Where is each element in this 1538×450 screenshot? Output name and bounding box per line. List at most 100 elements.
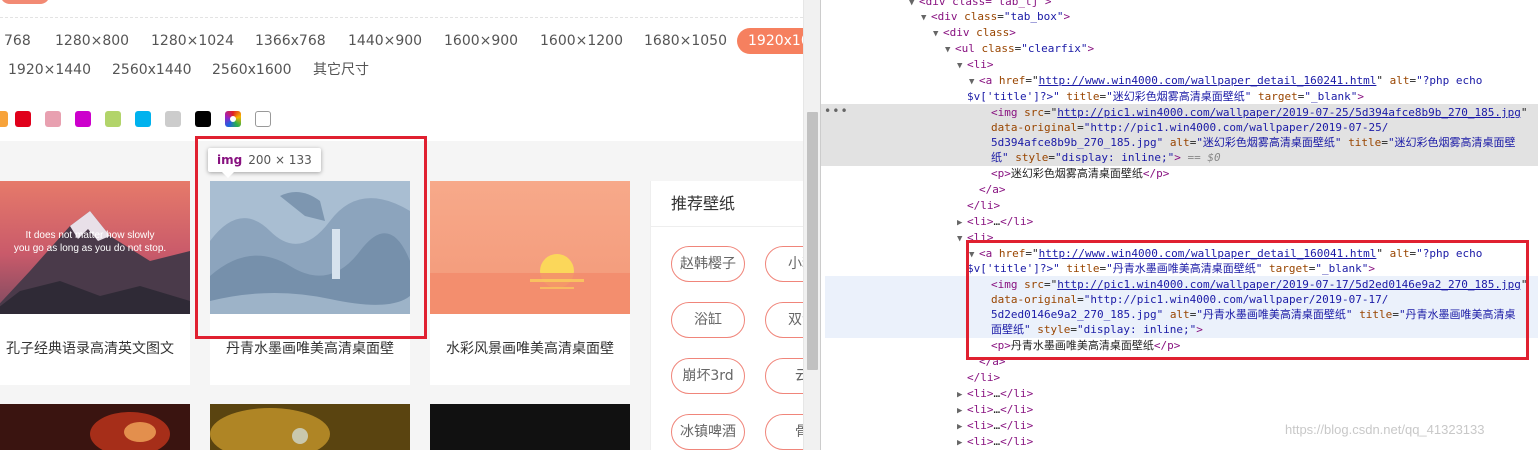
dom-line[interactable]: ▼ <ul class="clearfix">: [945, 41, 1094, 57]
dom-line-collapsed[interactable]: ▶ <li>…</li>: [957, 434, 1033, 450]
dom-link[interactable]: http://pic1.win4000.com/wallpaper/2019-0…: [1057, 106, 1521, 119]
collapse-arrow-icon[interactable]: ▶: [957, 403, 967, 419]
expand-arrow-icon[interactable]: ▼: [969, 74, 979, 90]
dom-line[interactable]: </a>: [979, 354, 1006, 370]
dom-value: 面壁纸": [991, 323, 1031, 336]
dom-line-collapsed[interactable]: ▶ <li>…</li>: [957, 418, 1033, 434]
color-swatch-pink[interactable]: [45, 111, 61, 127]
dom-link[interactable]: http://www.win4000.com/wallpaper_detail_…: [1039, 74, 1377, 87]
recommend-tag[interactable]: 小籽: [765, 246, 803, 282]
dom-line-hovered[interactable]: <img src="http://pic1.win4000.com/wallpa…: [991, 277, 1527, 293]
dom-line[interactable]: ▼ <li>: [957, 230, 994, 246]
scrollbar-thumb[interactable]: [807, 112, 818, 370]
dom-line-collapsed[interactable]: ▶ <li>…</li>: [957, 214, 1033, 230]
dom-line[interactable]: ▼ <li>: [957, 57, 994, 73]
wallpaper-card[interactable]: It does not matter how slowly you go as …: [0, 181, 190, 385]
dom-line[interactable]: <p>丹青水墨画唯美高清桌面壁纸</p>: [991, 338, 1180, 354]
dom-line-hovered[interactable]: 面壁纸" style="display: inline;">: [991, 322, 1203, 338]
dom-line-collapsed[interactable]: ▶ <li>…</li>: [957, 386, 1033, 402]
resolution-option-other[interactable]: 其它尺寸: [313, 57, 369, 83]
dom-line[interactable]: ▼ <div class="tab_box">: [921, 9, 1070, 25]
dom-line-hovered[interactable]: data-original="http://pic1.win4000.com/w…: [991, 292, 1388, 308]
color-swatch-orange[interactable]: [0, 111, 8, 127]
recommend-tag[interactable]: 骨: [765, 414, 803, 450]
resolution-option[interactable]: 2560x1600: [212, 57, 292, 83]
selected-node-marker: == $0: [1187, 151, 1221, 164]
resolution-option[interactable]: 2560x1440: [112, 57, 192, 83]
dom-line-selected[interactable]: 纸" style="display: inline;"> == $0: [991, 150, 1221, 166]
resolution-option-selected[interactable]: 1920x10: [737, 28, 803, 54]
wallpaper-thumbnail[interactable]: [430, 181, 630, 314]
color-swatch-magenta[interactable]: [75, 111, 91, 127]
dom-line-hovered[interactable]: 5d2ed0146e9a2_270_185.jpg" alt="丹青水墨画唯美高…: [991, 307, 1516, 323]
resolution-option[interactable]: 1920×1440: [8, 57, 91, 83]
color-swatch-white[interactable]: [255, 111, 271, 127]
expand-arrow-icon[interactable]: ▼: [957, 231, 967, 247]
active-filter-pill[interactable]: [0, 0, 50, 4]
resolution-option[interactable]: 768: [4, 28, 31, 54]
expand-arrow-icon[interactable]: ▼: [933, 26, 943, 42]
collapse-arrow-icon[interactable]: ▶: [957, 387, 967, 403]
expand-arrow-icon[interactable]: ▼: [921, 10, 931, 26]
wallpaper-caption[interactable]: 水彩风景画唯美高清桌面壁: [430, 313, 630, 385]
color-swatch-red[interactable]: [15, 111, 31, 127]
resolution-option[interactable]: 1366x768: [255, 28, 326, 54]
dom-line[interactable]: ▼ <div class>: [933, 25, 1016, 41]
dom-line[interactable]: </li>: [967, 370, 1000, 386]
page-scrollbar[interactable]: [803, 0, 820, 450]
resolution-option[interactable]: 1280×1024: [151, 28, 234, 54]
dom-link[interactable]: http://www.win4000.com/wallpaper_detail_…: [1039, 247, 1377, 260]
wallpaper-caption[interactable]: 孔子经典语录高清英文图文: [0, 313, 190, 385]
expand-arrow-icon[interactable]: ▼: [909, 0, 919, 11]
wallpaper-card[interactable]: 水彩风景画唯美高清桌面壁: [430, 181, 630, 385]
dom-line[interactable]: </li>: [967, 198, 1000, 214]
collapse-arrow-icon[interactable]: ▶: [957, 419, 967, 435]
wallpaper-thumbnail[interactable]: [0, 404, 190, 450]
wallpaper-card[interactable]: [210, 404, 410, 450]
expand-arrow-icon[interactable]: ▼: [957, 58, 967, 74]
wallpaper-thumbnail[interactable]: It does not matter how slowly you go as …: [0, 181, 190, 314]
color-swatch-black[interactable]: [195, 111, 211, 127]
recommend-tag[interactable]: 双色: [765, 302, 803, 338]
recommend-tag[interactable]: 云: [765, 358, 803, 394]
wallpaper-card[interactable]: [430, 404, 630, 450]
recommend-tag[interactable]: 赵韩樱子: [671, 246, 745, 282]
dom-line[interactable]: </a>: [979, 182, 1006, 198]
recommend-tag[interactable]: 冰镇啤酒: [671, 414, 745, 450]
dom-line-selected[interactable]: <img src="http://pic1.win4000.com/wallpa…: [991, 105, 1527, 121]
wallpaper-thumbnail[interactable]: [210, 404, 410, 450]
dom-tag: ul: [961, 42, 975, 55]
collapse-arrow-icon[interactable]: ▶: [957, 215, 967, 231]
wallpaper-thumbnail[interactable]: [430, 404, 630, 450]
resolution-option[interactable]: 1280×800: [55, 28, 129, 54]
recommend-tag[interactable]: 崩坏3rd: [671, 358, 745, 394]
dom-line[interactable]: $v['title']?>" title="迷幻彩色烟雾高清桌面壁纸" targ…: [967, 89, 1364, 105]
resolution-option[interactable]: 1600×1200: [540, 28, 623, 54]
color-swatch-multicolor[interactable]: [225, 111, 241, 127]
dom-line[interactable]: ▼ <a href="http://www.win4000.com/wallpap…: [969, 246, 1482, 262]
dom-value: $v['title']?>": [967, 262, 1060, 275]
recommend-tag[interactable]: 浴缸: [671, 302, 745, 338]
dom-line[interactable]: $v['title']?>" title="丹青水墨画唯美高清桌面壁纸" tar…: [967, 261, 1375, 277]
color-swatch-green[interactable]: [105, 111, 121, 127]
wallpaper-card[interactable]: [0, 404, 190, 450]
resolution-option[interactable]: 1440×900: [348, 28, 422, 54]
color-swatch-blue[interactable]: [135, 111, 151, 127]
wallpaper-thumbnail-highlighted[interactable]: [210, 181, 410, 314]
dom-line-selected[interactable]: 5d394afce8b9b_270_185.jpg" alt="迷幻彩色烟雾高清…: [991, 135, 1516, 151]
wallpaper-caption[interactable]: 丹青水墨画唯美高清桌面壁: [210, 313, 410, 385]
dom-link[interactable]: http://pic1.win4000.com/wallpaper/2019-0…: [1057, 278, 1521, 291]
dom-line[interactable]: ▼ <a href="http://www.win4000.com/wallpap…: [969, 73, 1482, 89]
expand-arrow-icon[interactable]: ▼: [945, 42, 955, 58]
dom-line-collapsed[interactable]: ▶ <li>…</li>: [957, 402, 1033, 418]
resolution-option[interactable]: 1600×900: [444, 28, 518, 54]
dom-value: "clearfix": [1021, 42, 1088, 55]
dom-line[interactable]: <p>迷幻彩色烟雾高清桌面壁纸</p>: [991, 166, 1169, 182]
collapse-arrow-icon[interactable]: ▶: [957, 435, 967, 450]
dom-line-selected[interactable]: data-original="http://pic1.win4000.com/w…: [991, 120, 1388, 136]
color-swatch-gray[interactable]: [165, 111, 181, 127]
resolution-option[interactable]: 1680×1050: [644, 28, 727, 54]
dom-value: "迷幻彩色烟雾高清桌面壁纸": [1196, 136, 1342, 149]
wallpaper-card[interactable]: 丹青水墨画唯美高清桌面壁: [210, 181, 410, 385]
node-actions-ellipsis[interactable]: •••: [824, 104, 849, 118]
